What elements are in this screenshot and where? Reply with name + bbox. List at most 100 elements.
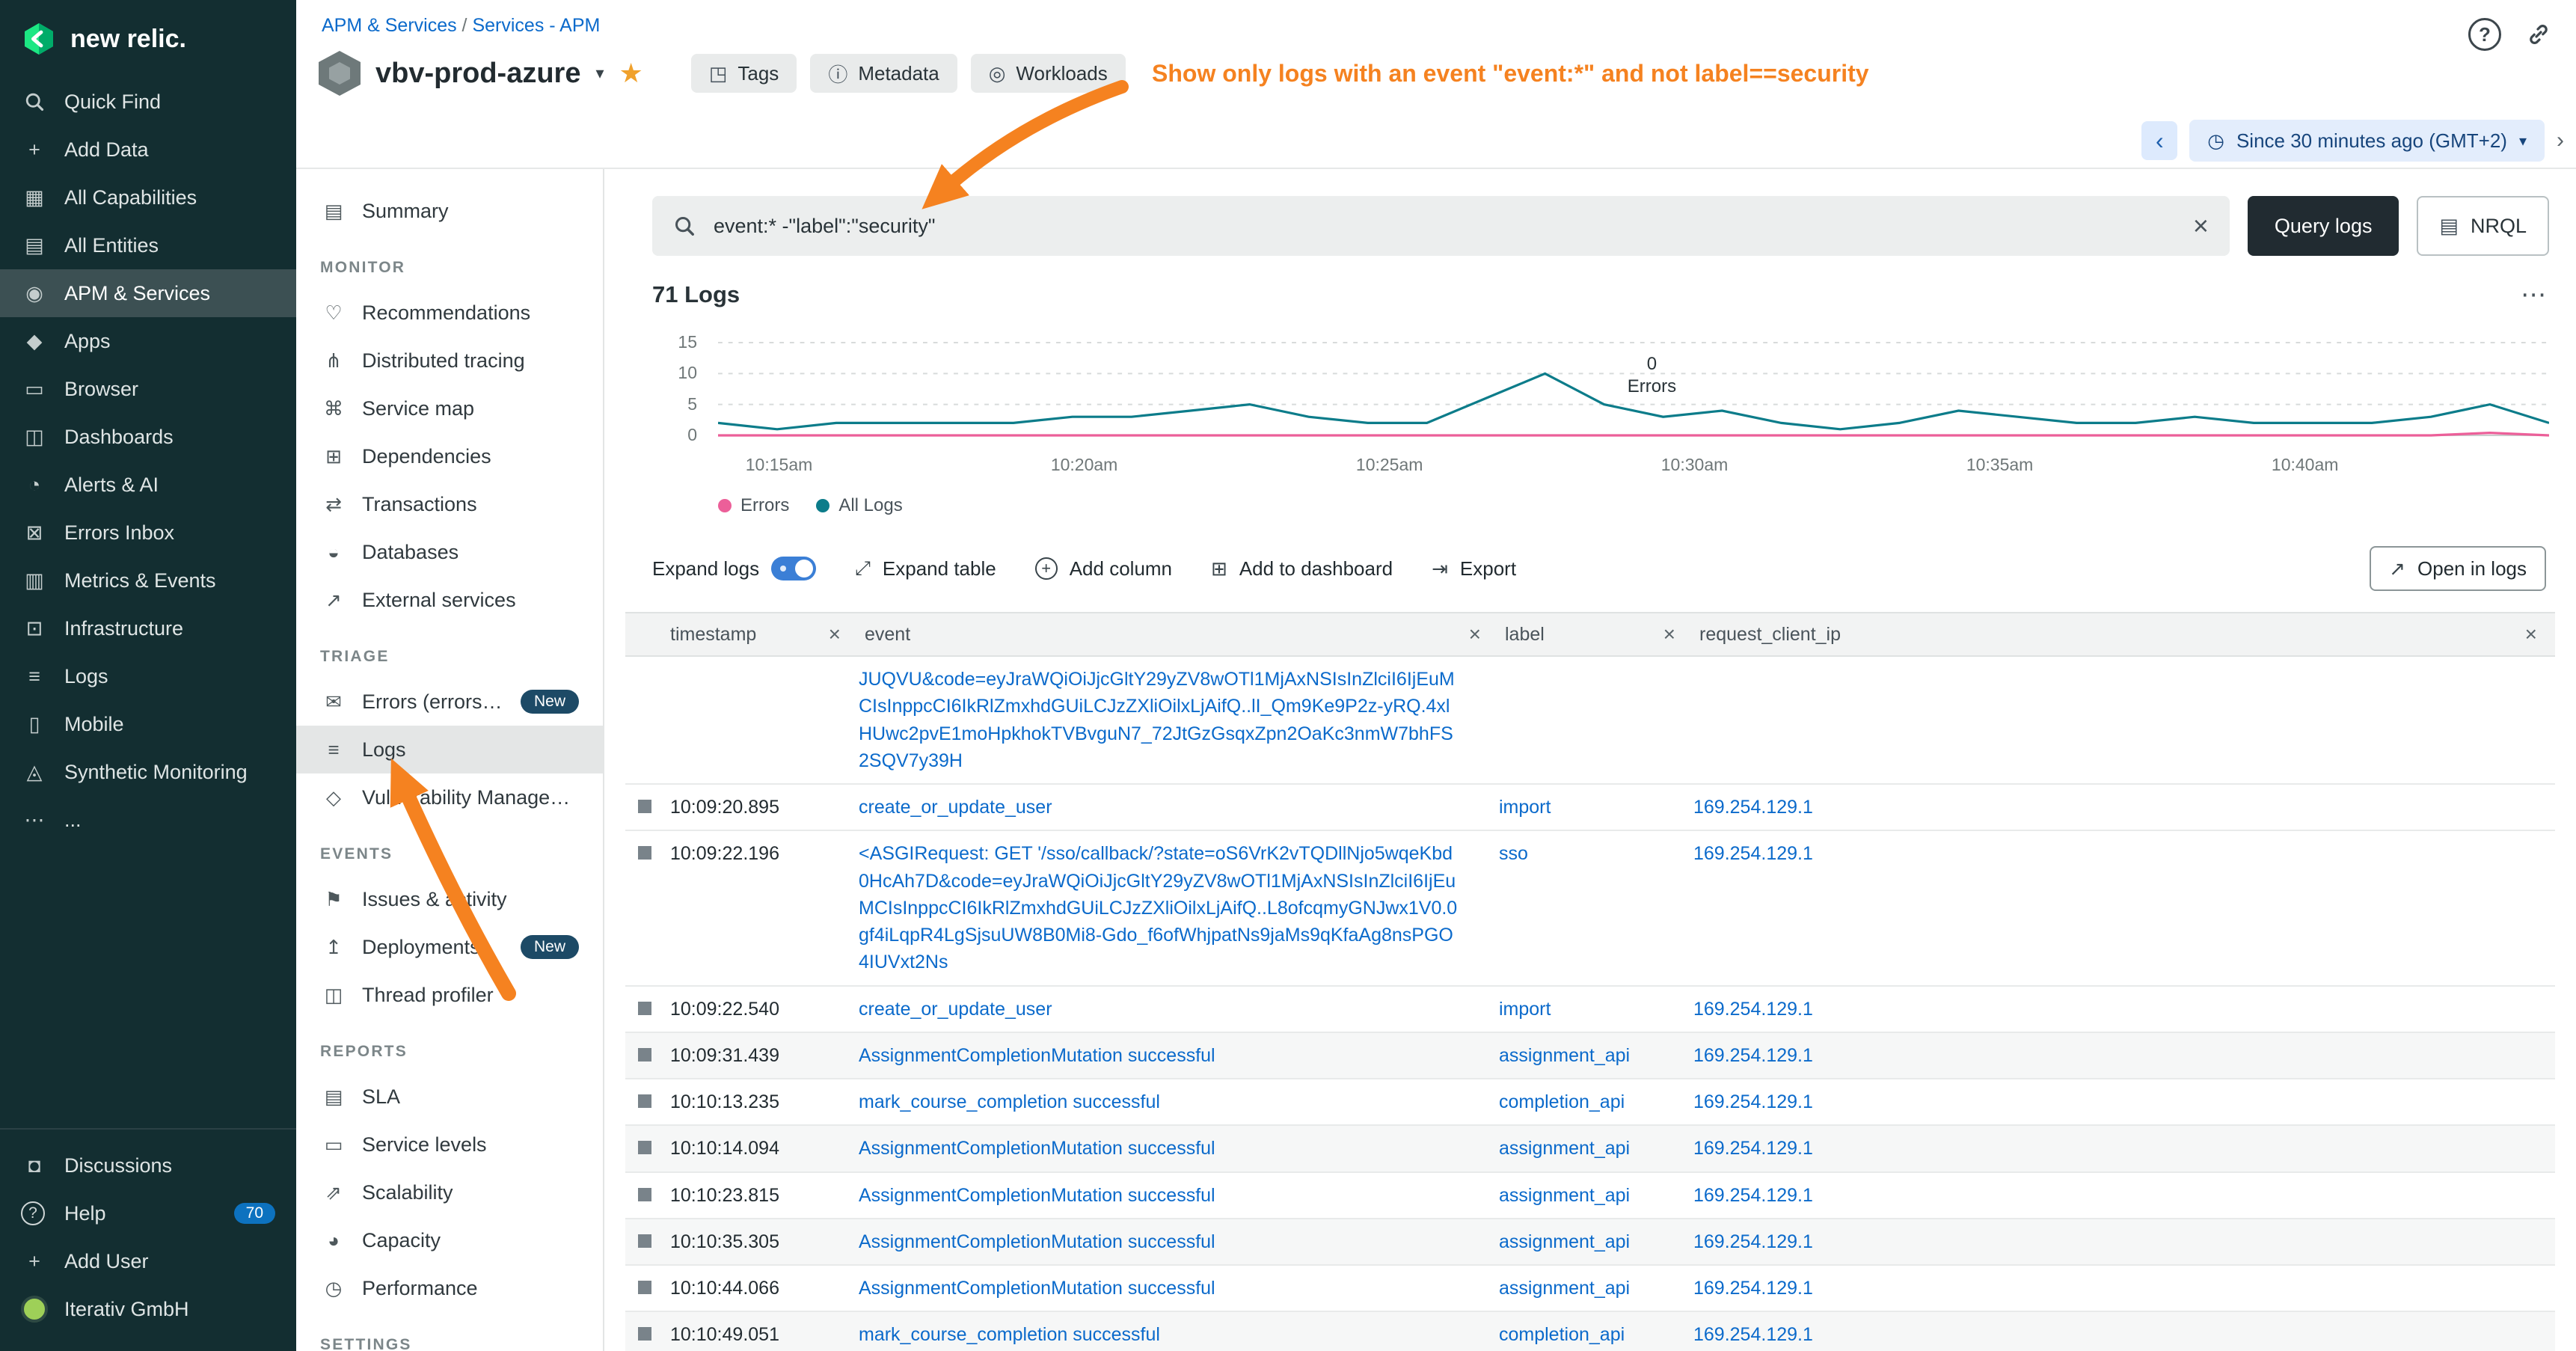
sidebar-item-logs[interactable]: ≡Logs xyxy=(0,652,296,700)
label-link[interactable]: assignment_api xyxy=(1499,1138,1630,1159)
subnav-item-capacity[interactable]: ◕Capacity xyxy=(296,1216,603,1264)
subnav-item-performance[interactable]: ◷Performance xyxy=(296,1264,603,1312)
ip-link[interactable]: 169.254.129.1 xyxy=(1693,1138,1813,1159)
event-link[interactable]: AssignmentCompletionMutation successful xyxy=(859,1138,1215,1159)
label-link[interactable]: assignment_api xyxy=(1499,1185,1630,1206)
breadcrumb-link[interactable]: Services - APM xyxy=(472,15,600,36)
sidebar-item-metrics-events[interactable]: ▥Metrics & Events xyxy=(0,557,296,604)
event-link[interactable]: <ASGIRequest: GET '/sso/callback/?state=… xyxy=(859,843,1457,972)
row-select-cell[interactable] xyxy=(625,831,664,868)
ip-link[interactable]: 169.254.129.1 xyxy=(1693,1278,1813,1299)
subnav-item-recommendations[interactable]: ♡Recommendations xyxy=(296,289,603,337)
ip-link[interactable]: 169.254.129.1 xyxy=(1693,1045,1813,1066)
event-link[interactable]: mark_course_completion successful xyxy=(859,1091,1160,1112)
remove-column-icon[interactable]: × xyxy=(1663,622,1675,646)
label-link[interactable]: sso xyxy=(1499,843,1528,864)
sidebar-item-alerts-ai[interactable]: ◔Alerts & AI xyxy=(0,461,296,509)
brand[interactable]: new relic. xyxy=(0,0,296,78)
row-select-cell[interactable] xyxy=(625,785,664,822)
ip-link[interactable]: 169.254.129.1 xyxy=(1693,999,1813,1020)
sidebar-item-quick-find[interactable]: Quick Find xyxy=(0,78,296,126)
remove-column-icon[interactable]: × xyxy=(1469,622,1481,646)
event-link[interactable]: AssignmentCompletionMutation successful xyxy=(859,1185,1215,1206)
row-select-cell[interactable] xyxy=(625,1219,664,1257)
sidebar-item-synthetic-monitoring[interactable]: ◬Synthetic Monitoring xyxy=(0,748,296,796)
export-button[interactable]: ⇥ Export xyxy=(1432,557,1516,580)
entity-chevron-down-icon[interactable]: ▾ xyxy=(595,64,604,83)
ip-link[interactable]: 169.254.129.1 xyxy=(1693,1231,1813,1252)
subnav-item-service-levels[interactable]: ▭Service levels xyxy=(296,1121,603,1168)
subnav-item-summary[interactable]: ▤Summary xyxy=(296,187,603,235)
subnav-item-vulnerability-management[interactable]: ◇Vulnerability Management xyxy=(296,773,603,821)
label-link[interactable]: assignment_api xyxy=(1499,1231,1630,1252)
row-select-cell[interactable] xyxy=(625,1173,664,1210)
legend-item-errors[interactable]: Errors xyxy=(718,495,789,516)
row-select-cell[interactable] xyxy=(625,1079,664,1117)
more-options-icon[interactable]: ⋯ xyxy=(2521,280,2546,310)
time-back-button[interactable]: ‹ xyxy=(2141,121,2177,160)
log-search-bar[interactable]: × xyxy=(652,196,2230,256)
legend-item-all-logs[interactable]: All Logs xyxy=(816,495,902,516)
table-row[interactable]: 10:10:44.066AssignmentCompletionMutation… xyxy=(625,1266,2555,1312)
row-select-cell[interactable] xyxy=(625,1126,664,1163)
subnav-item-distributed-tracing[interactable]: ⋔Distributed tracing xyxy=(296,337,603,385)
table-row[interactable]: 10:10:49.051mark_course_completion succe… xyxy=(625,1312,2555,1351)
event-link[interactable]: AssignmentCompletionMutation successful xyxy=(859,1231,1215,1252)
row-select-cell[interactable] xyxy=(625,1033,664,1070)
remove-column-icon[interactable]: × xyxy=(829,622,841,646)
expand-table-button[interactable]: ⤢ Expand table xyxy=(855,557,996,580)
sidebar-item-apm-services[interactable]: ◉APM & Services xyxy=(0,269,296,317)
table-row[interactable]: 10:09:22.196<ASGIRequest: GET '/sso/call… xyxy=(625,831,2555,986)
ip-link[interactable]: 169.254.129.1 xyxy=(1693,843,1813,864)
event-link[interactable]: create_or_update_user xyxy=(859,999,1052,1020)
chip-metadata[interactable]: ⓘMetadata xyxy=(810,54,957,93)
sidebar-item-add-data[interactable]: +Add Data xyxy=(0,126,296,174)
toggle-on-icon[interactable] xyxy=(771,557,816,580)
time-forward-button[interactable]: › xyxy=(2557,128,2564,153)
chip-tags[interactable]: ◳Tags xyxy=(691,54,797,93)
table-row[interactable]: 10:10:35.305AssignmentCompletionMutation… xyxy=(625,1219,2555,1266)
ip-link[interactable]: 169.254.129.1 xyxy=(1693,1091,1813,1112)
subnav-item-thread-profiler[interactable]: ◫Thread profiler xyxy=(296,971,603,1019)
label-link[interactable]: import xyxy=(1499,797,1551,818)
sidebar-item-help[interactable]: ?Help70 xyxy=(0,1189,296,1237)
clear-query-icon[interactable]: × xyxy=(2193,210,2209,242)
table-row[interactable]: 10:10:14.094AssignmentCompletionMutation… xyxy=(625,1126,2555,1172)
event-link[interactable]: AssignmentCompletionMutation successful xyxy=(859,1278,1215,1299)
event-link[interactable]: JUQVU&code=eyJraWQiOiJjcGltY29yZV8wOTl1M… xyxy=(859,669,1455,771)
remove-column-icon[interactable]: × xyxy=(2525,622,2537,646)
sidebar-item-add-user[interactable]: +Add User xyxy=(0,1237,296,1285)
open-in-logs-button[interactable]: ↗ Open in logs xyxy=(2370,546,2546,591)
row-select-cell[interactable] xyxy=(625,657,664,675)
table-row[interactable]: 10:09:20.895create_or_update_userimport1… xyxy=(625,785,2555,831)
sidebar-item-discussions[interactable]: ◘Discussions xyxy=(0,1142,296,1189)
sidebar-item-browser[interactable]: ▭Browser xyxy=(0,365,296,413)
label-link[interactable]: import xyxy=(1499,999,1551,1020)
table-row[interactable]: 10:09:22.540create_or_update_userimport1… xyxy=(625,987,2555,1033)
sidebar-item-[interactable]: ⋯... xyxy=(0,796,296,844)
table-row[interactable]: JUQVU&code=eyJraWQiOiJjcGltY29yZV8wOTl1M… xyxy=(625,657,2555,785)
sidebar-item-infrastructure[interactable]: ⊡Infrastructure xyxy=(0,604,296,652)
favorite-star-icon[interactable]: ★ xyxy=(619,58,643,89)
sidebar-item-apps[interactable]: ◆Apps xyxy=(0,317,296,365)
breadcrumb-link[interactable]: APM & Services xyxy=(322,15,457,36)
sidebar-item-mobile[interactable]: ▯Mobile xyxy=(0,700,296,748)
add-to-dashboard-button[interactable]: ⊞ Add to dashboard xyxy=(1211,557,1393,580)
query-logs-button[interactable]: Query logs xyxy=(2248,196,2399,256)
subnav-item-transactions[interactable]: ⇄Transactions xyxy=(296,480,603,528)
table-row[interactable]: 10:09:31.439AssignmentCompletionMutation… xyxy=(625,1033,2555,1079)
event-link[interactable]: create_or_update_user xyxy=(859,797,1052,818)
sidebar-item-iterativ-gmbh[interactable]: Iterativ GmbH xyxy=(0,1285,296,1333)
help-icon[interactable]: ? xyxy=(2468,18,2501,51)
sidebar-item-all-entities[interactable]: ▤All Entities xyxy=(0,221,296,269)
row-select-cell[interactable] xyxy=(625,1266,664,1303)
chip-workloads[interactable]: ◎Workloads xyxy=(971,54,1126,93)
add-column-button[interactable]: + Add column xyxy=(1035,557,1172,580)
row-select-cell[interactable] xyxy=(625,987,664,1024)
sidebar-item-dashboards[interactable]: ◫Dashboards xyxy=(0,413,296,461)
subnav-item-external-services[interactable]: ↗External services xyxy=(296,576,603,624)
label-link[interactable]: completion_api xyxy=(1499,1091,1625,1112)
label-link[interactable]: assignment_api xyxy=(1499,1045,1630,1066)
subnav-item-deployments[interactable]: ↥DeploymentsNew xyxy=(296,923,603,971)
label-link[interactable]: assignment_api xyxy=(1499,1278,1630,1299)
